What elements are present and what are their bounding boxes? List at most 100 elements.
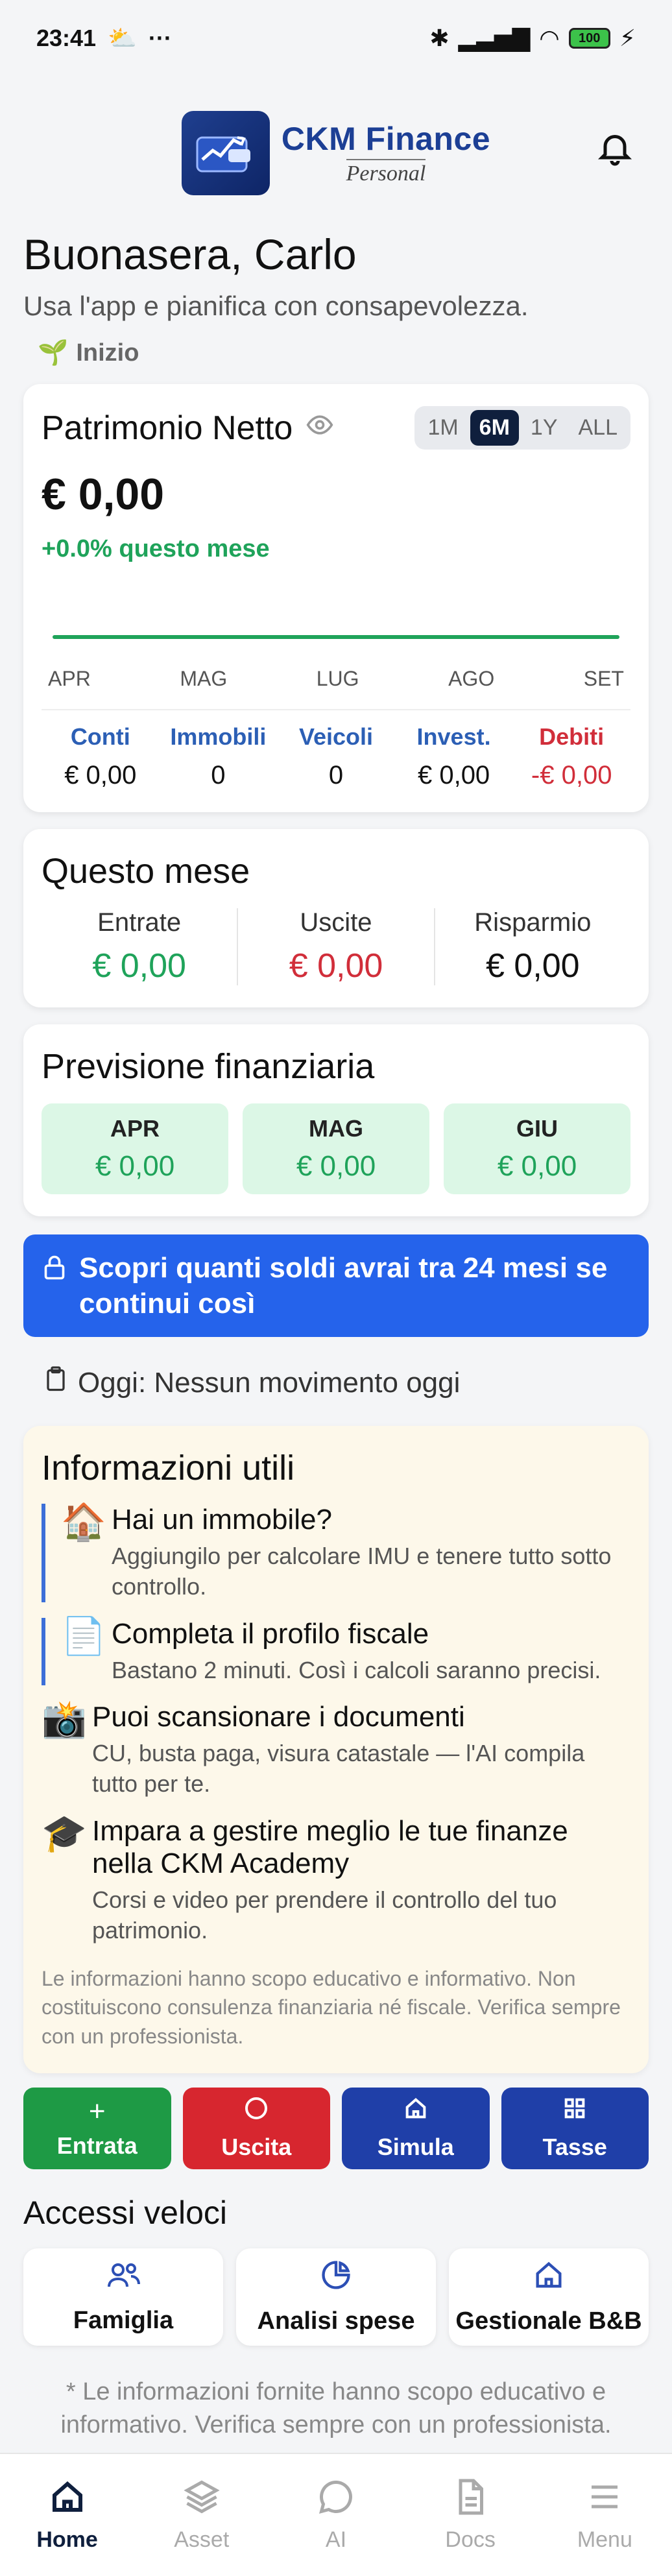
- category-label: Debiti: [539, 723, 605, 750]
- nav-home-label: Home: [36, 2527, 98, 2552]
- status-bar: 23:41 ⛅ ··· ✱ ▂▃▅▇ ◠ 100 ⚡: [0, 0, 672, 77]
- add-expense-button[interactable]: Uscita: [182, 2087, 330, 2169]
- forecast-month-value: € 0,00: [497, 1150, 577, 1182]
- circle-icon: [243, 2095, 269, 2127]
- income-summary: Entrate € 0,00: [42, 908, 239, 985]
- month-tick: APR: [48, 667, 91, 690]
- category-debts[interactable]: Debiti -€ 0,00: [512, 723, 630, 790]
- family-label: Famiglia: [73, 2307, 174, 2335]
- projection-cta-label: Scopri quanti soldi avrai tra 24 mesi se…: [79, 1252, 608, 1319]
- nav-docs-label: Docs: [445, 2527, 496, 2552]
- category-label: Conti: [70, 723, 130, 750]
- taxes-button[interactable]: Tasse: [501, 2087, 649, 2169]
- brand-subtitle: Personal: [346, 159, 426, 186]
- nav-menu[interactable]: Menu: [553, 2477, 656, 2553]
- graduation-cap-icon: 🎓: [42, 1812, 87, 1853]
- simulate-button[interactable]: Simula: [342, 2087, 490, 2169]
- notification-icon: ⛅: [108, 25, 137, 51]
- savings-value: € 0,00: [486, 947, 580, 985]
- category-label: Invest.: [416, 723, 491, 750]
- spending-analysis-label: Analisi spese: [257, 2307, 415, 2335]
- chart-months: APR MAG LUG AGO SET: [42, 667, 630, 691]
- net-worth-change: +0.0% questo mese: [42, 535, 270, 562]
- net-worth-title-wrap: Patrimonio Netto: [42, 409, 334, 448]
- tip-desc: Bastano 2 minuti. Così i calcoli saranno…: [112, 1656, 601, 1683]
- range-all[interactable]: ALL: [570, 410, 627, 446]
- chat-bubble-icon: [317, 2477, 355, 2522]
- range-1y[interactable]: 1Y: [522, 410, 567, 446]
- income-label: Entrate: [97, 908, 182, 937]
- month-tick: SET: [583, 667, 624, 690]
- people-icon: [105, 2259, 141, 2298]
- house-icon: [532, 2258, 566, 2298]
- tip-item[interactable]: 🎓 Impara a gestire meglio le tue finanze…: [42, 1815, 630, 1946]
- category-value: € 0,00: [417, 761, 490, 789]
- tip-desc: Corsi e video per prendere il controllo …: [92, 1886, 557, 1944]
- category-value: € 0,00: [64, 761, 137, 789]
- income-value: € 0,00: [92, 947, 186, 985]
- forecast-month-value: € 0,00: [296, 1150, 376, 1182]
- forecast-month: MAG € 0,00: [243, 1103, 429, 1194]
- tip-item[interactable]: 🏠 Hai un immobile? Aggiungilo per calcol…: [42, 1504, 630, 1602]
- notifications-bell-icon[interactable]: [595, 128, 634, 167]
- month-tick: LUG: [316, 667, 359, 690]
- add-income-label: Entrata: [56, 2132, 138, 2159]
- bnb-management-shortcut[interactable]: Gestionale B&B: [449, 2248, 649, 2346]
- add-income-button[interactable]: + Entrata: [23, 2087, 171, 2169]
- forecast-month-label: GIU: [516, 1115, 558, 1142]
- pie-chart-icon: [319, 2258, 353, 2298]
- expense-value: € 0,00: [289, 947, 383, 985]
- forecast-month-label: MAG: [309, 1115, 363, 1142]
- nav-home[interactable]: Home: [16, 2477, 119, 2553]
- hamburger-menu-icon: [585, 2477, 624, 2522]
- grid-icon: [562, 2095, 588, 2127]
- category-vehicles[interactable]: Veicoli 0: [277, 723, 395, 790]
- expense-label: Uscite: [300, 908, 372, 937]
- quick-actions: + Entrata Uscita Simula Tasse: [23, 2087, 649, 2169]
- net-worth-value: € 0,00: [42, 470, 165, 519]
- nav-asset[interactable]: Asset: [150, 2477, 254, 2553]
- family-shortcut[interactable]: Famiglia: [23, 2248, 223, 2346]
- house-icon: [403, 2095, 429, 2127]
- spending-analysis-shortcut[interactable]: Analisi spese: [236, 2248, 436, 2346]
- tip-desc: Aggiungilo per calcolare IMU e tenere tu…: [112, 1543, 612, 1600]
- greeting-subtitle: Usa l'app e pianifica con consapevolezza…: [23, 291, 529, 321]
- category-investments[interactable]: Invest. € 0,00: [395, 723, 513, 790]
- category-value: 0: [211, 761, 226, 789]
- footnote: * Le informazioni fornite hanno scopo ed…: [60, 2377, 612, 2439]
- range-6m[interactable]: 6M: [470, 410, 519, 446]
- net-worth-card: Patrimonio Netto 1M 6M 1Y ALL € 0,00 +0.…: [23, 384, 649, 812]
- lock-icon: [43, 1254, 66, 1290]
- bnb-management-label: Gestionale B&B: [455, 2307, 642, 2335]
- simulate-label: Simula: [377, 2134, 454, 2161]
- nav-ai-label: AI: [325, 2527, 347, 2552]
- expense-summary: Uscite € 0,00: [238, 908, 435, 985]
- main-content: Buonasera, Carlo Usa l'app e pianifica c…: [0, 230, 672, 2442]
- battery-icon: 100: [568, 28, 610, 49]
- net-worth-title: Patrimonio Netto: [42, 409, 293, 447]
- brand-title: CKM Finance: [281, 121, 491, 157]
- status-time: 23:41: [36, 25, 97, 51]
- projection-cta-button[interactable]: Scopri quanti soldi avrai tra 24 mesi se…: [23, 1234, 649, 1337]
- this-month-title: Questo mese: [42, 852, 250, 891]
- quick-access-row: Famiglia Analisi spese Gestionale B&B: [23, 2248, 649, 2346]
- greeting-title: Buonasera, Carlo: [23, 230, 357, 278]
- category-accounts[interactable]: Conti € 0,00: [42, 723, 160, 790]
- forecast-month-value: € 0,00: [95, 1150, 175, 1182]
- category-value: 0: [328, 761, 344, 789]
- bottom-navigation: Home Asset AI Docs Menu: [0, 2453, 672, 2576]
- tip-item[interactable]: 📸 Puoi scansionare i documenti CU, busta…: [42, 1701, 630, 1800]
- category-real-estate[interactable]: Immobili 0: [160, 723, 278, 790]
- status-left: 23:41 ⛅ ···: [36, 25, 172, 52]
- range-selector: 1M 6M 1Y ALL: [414, 406, 630, 450]
- tip-title: Completa il profilo fiscale: [112, 1617, 429, 1650]
- range-1m[interactable]: 1M: [418, 410, 467, 446]
- nav-ai[interactable]: AI: [284, 2477, 388, 2553]
- nav-docs[interactable]: Docs: [418, 2477, 522, 2553]
- nav-menu-label: Menu: [577, 2527, 632, 2552]
- app-header: CKM Finance Personal: [0, 77, 672, 230]
- more-notifications-icon: ···: [148, 25, 172, 51]
- eye-icon[interactable]: [306, 409, 334, 448]
- tip-item[interactable]: 📄 Completa il profilo fiscale Bastano 2 …: [42, 1617, 630, 1686]
- camera-icon: 📸: [42, 1698, 87, 1740]
